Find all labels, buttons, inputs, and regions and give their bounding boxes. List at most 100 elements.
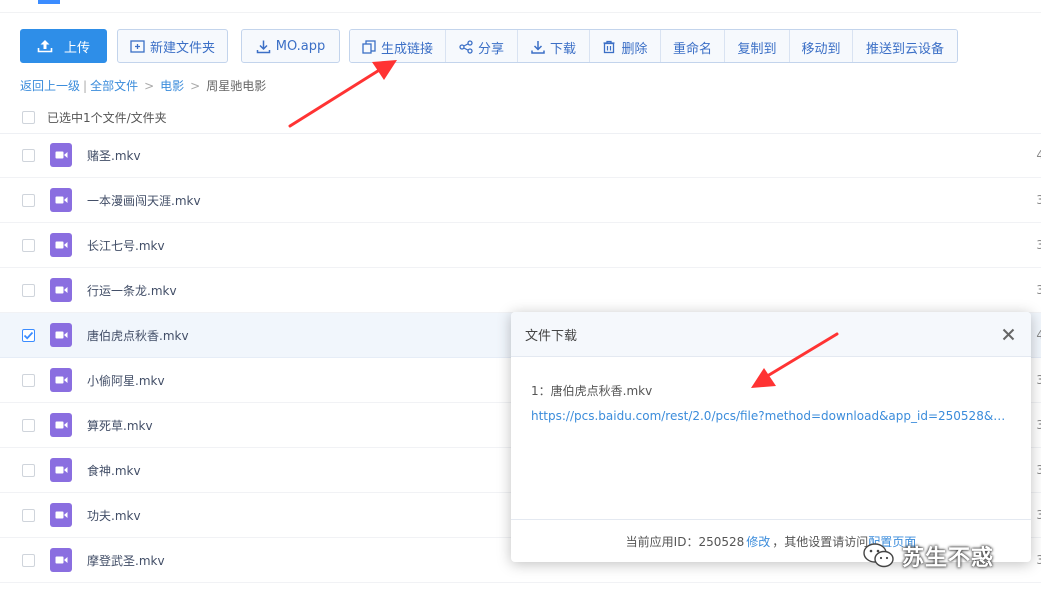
copy-to-label: 复制到 <box>737 41 777 57</box>
file-name[interactable]: 小偷阿星.mkv <box>87 372 165 389</box>
delete-button[interactable]: 删除 <box>590 30 661 62</box>
file-name[interactable]: 赌圣.mkv <box>87 147 141 164</box>
file-name[interactable]: 行运一条龙.mkv <box>87 282 177 299</box>
new-folder-button[interactable]: 新建文件夹 <box>117 29 228 63</box>
breadcrumb-all-files-link[interactable]: 全部文件 <box>90 77 138 94</box>
new-folder-label: 新建文件夹 <box>149 40 215 56</box>
breadcrumb-chevron-icon: > <box>190 78 201 93</box>
file-name[interactable]: 功夫.mkv <box>87 507 141 524</box>
file-size-partial: 3 <box>1036 193 1041 207</box>
file-checkbox[interactable] <box>22 508 35 522</box>
copy-to-button[interactable]: 复制到 <box>725 30 790 62</box>
upload-label: 上传 <box>63 40 90 56</box>
file-name[interactable]: 一本漫画闯天涯.mkv <box>87 192 201 209</box>
file-checkbox[interactable] <box>22 328 35 342</box>
dialog-header: 文件下载 <box>511 312 1031 357</box>
upload-icon <box>37 39 53 53</box>
download-item-name: 1：唐伯虎点秋香.mkv <box>531 384 653 398</box>
breadcrumb-separator: | <box>83 78 88 93</box>
generate-link-label: 生成链接 <box>380 41 433 57</box>
dialog-title: 文件下载 <box>525 328 578 344</box>
file-checkbox[interactable] <box>22 418 35 432</box>
other-settings-text: ，其他设置请访问 <box>772 534 869 549</box>
selection-count: 已选中1个文件/文件夹 <box>47 110 167 125</box>
file-size-partial: 4 <box>1036 328 1041 342</box>
video-file-icon <box>50 278 72 302</box>
new-folder-icon <box>130 39 145 53</box>
file-checkbox[interactable] <box>22 193 35 207</box>
selection-bar: 已选中1个文件/文件夹 <box>0 105 1041 134</box>
app-id-text: 当前应用ID：250528 <box>625 534 745 549</box>
file-name[interactable]: 唐伯虎点秋香.mkv <box>87 327 189 344</box>
file-checkbox[interactable] <box>22 283 35 297</box>
rename-label: 重命名 <box>672 41 712 57</box>
video-file-icon <box>50 458 72 482</box>
file-row[interactable]: 长江七号.mkv 3 <box>0 223 1041 268</box>
check-icon <box>23 331 34 339</box>
active-tab-indicator <box>38 0 60 4</box>
share-button[interactable]: 分享 <box>446 30 518 62</box>
video-file-icon <box>50 503 72 527</box>
mo-app-button[interactable]: MO.app <box>241 29 340 63</box>
file-checkbox[interactable] <box>22 463 35 477</box>
file-row[interactable]: 赌圣.mkv 4 <box>0 133 1041 178</box>
breadcrumb-back-link[interactable]: 返回上一级 <box>20 77 80 94</box>
file-name[interactable]: 长江七号.mkv <box>87 237 165 254</box>
video-file-icon <box>50 233 72 257</box>
file-size-partial: 4 <box>1036 148 1041 162</box>
breadcrumb-movies-link[interactable]: 电影 <box>160 77 184 94</box>
video-file-icon <box>50 143 72 167</box>
download-icon <box>256 39 271 54</box>
file-size-partial: 3 <box>1036 238 1041 252</box>
breadcrumb: 返回上一级 | 全部文件 > 电影 > 周星驰电影 <box>20 77 266 94</box>
video-file-icon <box>50 548 72 572</box>
move-to-label: 移动到 <box>801 41 841 57</box>
download-url-link[interactable]: https://pcs.baidu.com/rest/2.0/pcs/file?… <box>531 409 1009 423</box>
mo-app-label: MO.app <box>275 38 326 54</box>
video-file-icon <box>50 413 72 437</box>
video-file-icon <box>50 188 72 212</box>
toolbar: 上传 新建文件夹 MO.app 生成链接 分享 下载 删除 重命名 复制到 移动… <box>20 29 958 63</box>
share-label: 分享 <box>477 41 504 57</box>
delete-label: 删除 <box>621 41 648 57</box>
file-checkbox[interactable] <box>22 553 35 567</box>
generate-link-button[interactable]: 生成链接 <box>350 30 446 62</box>
upload-button[interactable]: 上传 <box>20 29 107 63</box>
file-checkbox[interactable] <box>22 148 35 162</box>
file-row[interactable]: 行运一条龙.mkv 3 <box>0 268 1041 313</box>
select-all-checkbox[interactable] <box>22 110 35 124</box>
file-download-dialog: 文件下载 1：唐伯虎点秋香.mkv https://pcs.baidu.com/… <box>511 312 1031 562</box>
share-icon <box>459 40 473 54</box>
modify-app-id-link[interactable]: 修改 <box>746 533 770 550</box>
wechat-logo-icon <box>863 543 894 568</box>
move-to-button[interactable]: 移动到 <box>790 30 853 62</box>
download-label: 下载 <box>549 41 576 57</box>
close-icon[interactable] <box>999 325 1017 343</box>
file-name[interactable]: 算死草.mkv <box>87 417 153 434</box>
breadcrumb-chevron-icon: > <box>144 78 155 93</box>
copy-icon <box>362 40 376 54</box>
wechat-watermark: 苏生不惑 <box>862 540 994 572</box>
file-row[interactable]: 一本漫画闯天涯.mkv 3 <box>0 178 1041 223</box>
rename-button[interactable]: 重命名 <box>661 30 725 62</box>
file-name[interactable]: 食神.mkv <box>87 462 141 479</box>
file-size-partial: 3 <box>1036 373 1041 387</box>
file-size-partial: 3 <box>1036 553 1041 567</box>
breadcrumb-current: 周星驰电影 <box>206 79 267 93</box>
file-size-partial: 3 <box>1036 283 1041 297</box>
watermark-text: 苏生不惑 <box>902 546 995 571</box>
download-button[interactable]: 下载 <box>518 30 590 62</box>
file-checkbox[interactable] <box>22 373 35 387</box>
file-size-partial: 3 <box>1036 418 1041 432</box>
file-action-group: 生成链接 分享 下载 删除 重命名 复制到 移动到 推送到云设备 <box>349 29 958 63</box>
file-size-partial: 3 <box>1036 508 1041 522</box>
file-checkbox[interactable] <box>22 238 35 252</box>
header-divider <box>0 12 1041 13</box>
file-size-partial: 3 <box>1036 463 1041 477</box>
push-to-cloud-device-label: 推送到云设备 <box>865 41 944 57</box>
video-file-icon <box>50 368 72 392</box>
trash-icon <box>602 40 616 54</box>
push-to-cloud-device-button[interactable]: 推送到云设备 <box>853 30 957 62</box>
file-name[interactable]: 摩登武圣.mkv <box>87 552 165 569</box>
download-arrow-icon <box>531 40 545 54</box>
